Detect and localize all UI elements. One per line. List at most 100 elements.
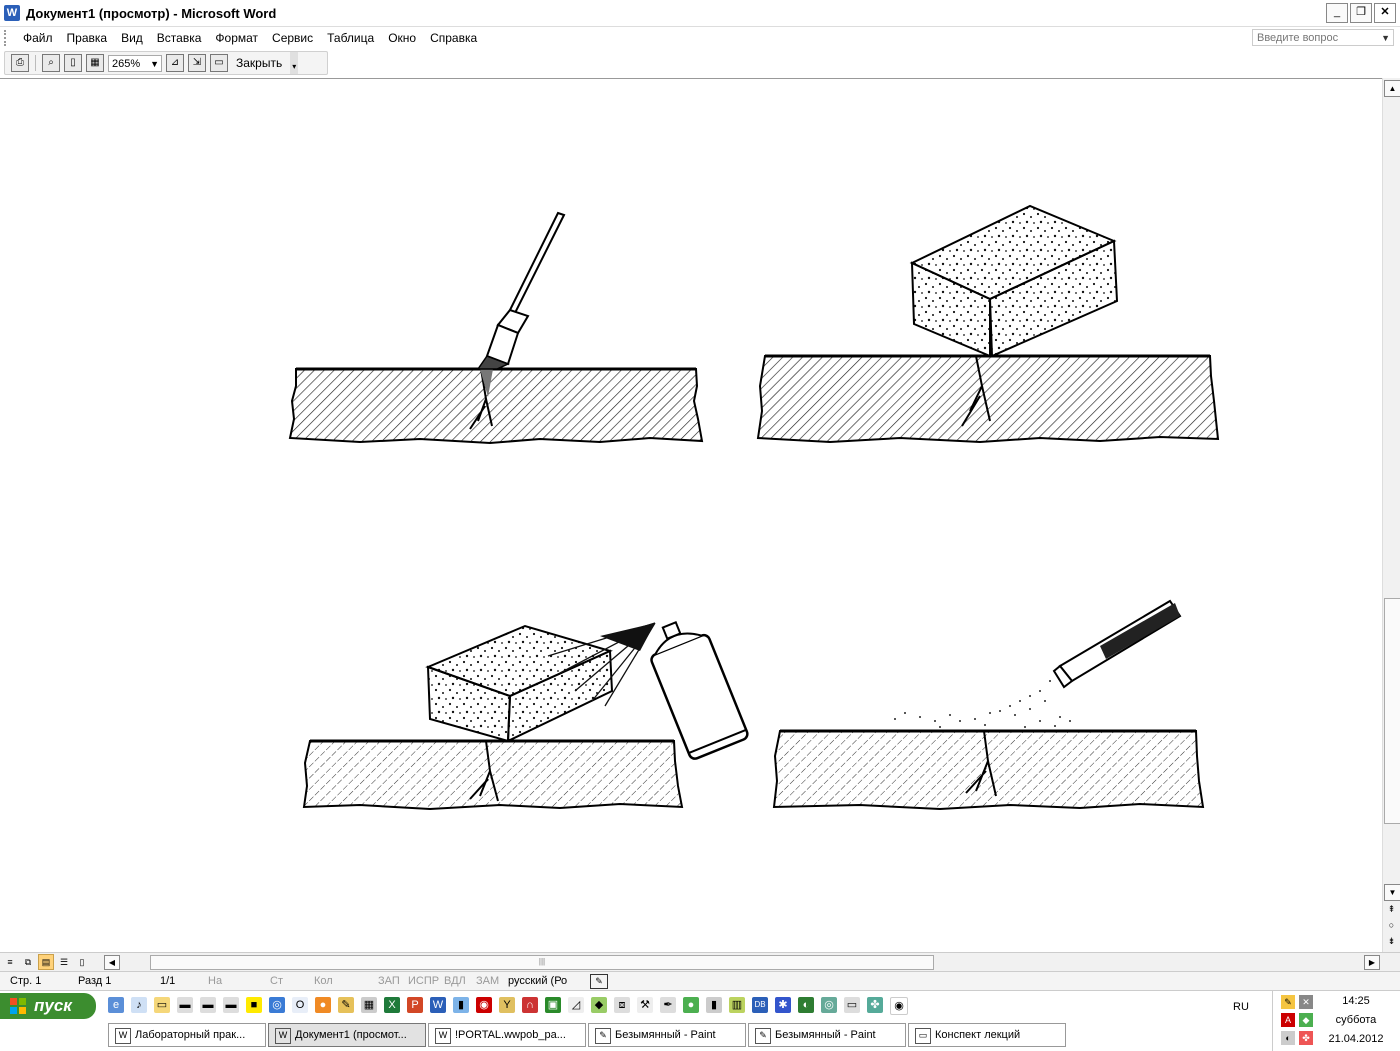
device-icon[interactable]: ▮ (706, 997, 722, 1013)
acrobat-icon[interactable]: A (1281, 1013, 1295, 1027)
clock-time[interactable]: 14:25 (1316, 995, 1396, 1007)
taskbar-window-button[interactable]: ✎ Безымянный - Paint (748, 1023, 906, 1047)
ie-icon[interactable]: e (108, 997, 124, 1013)
drive-icon[interactable]: ▬ (200, 997, 216, 1013)
word-icon: W (115, 1028, 131, 1044)
window-icon[interactable]: ▭ (844, 997, 860, 1013)
media-player-icon[interactable]: ♪ (131, 997, 147, 1013)
publisher-icon[interactable]: ▮ (453, 997, 469, 1013)
app-icon[interactable]: ◎ (821, 997, 837, 1013)
close-window-button[interactable]: ✕ (1374, 3, 1396, 23)
multiple-pages-icon[interactable]: ▦ (86, 54, 104, 72)
maximize-button[interactable]: ❐ (1350, 3, 1372, 23)
zoom-select[interactable]: 265% ▼ (108, 54, 162, 72)
shrink-to-fit-icon[interactable]: ⇲ (188, 54, 206, 72)
menu-edit[interactable]: Правка (60, 31, 115, 45)
scroll-right-icon[interactable]: ▶ (1364, 955, 1380, 970)
status-extend[interactable]: ВДЛ (444, 975, 466, 987)
view-ruler-icon[interactable]: ⊿ (166, 54, 184, 72)
drive-icon[interactable]: ▬ (177, 997, 193, 1013)
toolbar-options-icon[interactable]: ▾ (290, 52, 299, 74)
antivirus-icon[interactable]: ◉ (476, 997, 492, 1013)
powerpoint-icon[interactable]: P (407, 997, 423, 1013)
app-icon[interactable]: ✤ (867, 997, 883, 1013)
print-layout-view-icon[interactable]: ▤ (38, 954, 54, 970)
browse-object-icon[interactable]: ○ (1385, 920, 1398, 930)
calculator-icon[interactable]: ▦ (361, 997, 377, 1013)
app-icon[interactable]: Y (499, 997, 515, 1013)
pen-icon[interactable]: ✒ (660, 997, 676, 1013)
spelling-status-icon[interactable]: ✎ (590, 974, 608, 989)
menu-help[interactable]: Справка (423, 31, 484, 45)
menu-tools[interactable]: Сервис (265, 31, 320, 45)
firefox-icon[interactable]: ● (315, 997, 331, 1013)
outline-view-icon[interactable]: ☰ (56, 954, 72, 970)
language-indicator[interactable]: RU (1233, 1001, 1249, 1013)
app-icon[interactable]: ✱ (775, 997, 791, 1013)
taskbar-window-button[interactable]: ✎ Безымянный - Paint (588, 1023, 746, 1047)
scroll-left-icon[interactable]: ◀ (104, 955, 120, 970)
app-icon[interactable]: ◐ (798, 997, 814, 1013)
security-icon[interactable]: ✤ (1299, 1031, 1313, 1045)
menu-window[interactable]: Окно (381, 31, 423, 45)
help-search-input[interactable]: Введите вопрос ▼ (1252, 29, 1394, 46)
horizontal-scroll-thumb[interactable]: ||| (150, 955, 934, 970)
close-preview-button[interactable]: Закрыть (232, 56, 286, 70)
taskbar-window-button[interactable]: W Документ1 (просмот... (268, 1023, 426, 1047)
app-icon[interactable]: ◆ (591, 997, 607, 1013)
geometry-icon[interactable]: ◿ (568, 997, 584, 1013)
reading-view-icon[interactable]: ▯ (74, 954, 90, 970)
menu-view[interactable]: Вид (114, 31, 150, 45)
chart-icon[interactable]: ▥ (729, 997, 745, 1013)
scroll-up-icon[interactable]: ▲ (1384, 80, 1400, 97)
wrench-icon[interactable]: ⚒ (637, 997, 653, 1013)
minimize-button[interactable]: _ (1326, 3, 1348, 23)
web-view-icon[interactable]: ⧉ (20, 954, 36, 970)
network-icon[interactable]: ⧈ (614, 997, 630, 1013)
status-overtype[interactable]: ЗАМ (476, 975, 499, 987)
menu-file[interactable]: Файл (16, 31, 60, 45)
pen-tray-icon[interactable]: ✎ (1281, 995, 1295, 1009)
status-record[interactable]: ЗАП (378, 975, 400, 987)
folder-icon[interactable]: ▭ (154, 997, 170, 1013)
app-icon[interactable]: ▣ (545, 997, 561, 1013)
excel-icon[interactable]: X (384, 997, 400, 1013)
menu-format[interactable]: Формат (208, 31, 265, 45)
database-icon[interactable]: DB (752, 997, 768, 1013)
opera-icon[interactable]: O (292, 997, 308, 1013)
status-language[interactable]: русский (Ро (508, 975, 567, 987)
tool-icon[interactable]: ✎ (338, 997, 354, 1013)
menu-grip[interactable] (4, 30, 10, 46)
full-screen-icon[interactable]: ▭ (210, 54, 228, 72)
magnifier-icon[interactable]: ⌕ (42, 54, 60, 72)
start-button[interactable]: пуск (0, 993, 96, 1019)
drive-icon[interactable]: ▬ (223, 997, 239, 1013)
app-icon[interactable]: ● (683, 997, 699, 1013)
speaker-icon[interactable]: ◐ (1281, 1031, 1295, 1045)
commander-icon[interactable]: ■ (246, 997, 262, 1013)
previous-page-icon[interactable]: ⇞ (1385, 904, 1398, 915)
document-page[interactable] (0, 78, 1382, 953)
magnet-icon[interactable]: ∩ (522, 997, 538, 1013)
menu-table[interactable]: Таблица (320, 31, 381, 45)
taskbar-window-button[interactable]: ▭ Конспект лекций (908, 1023, 1066, 1047)
chevron-down-icon[interactable]: ▼ (150, 56, 159, 72)
vertical-scrollbar[interactable]: ▲ ▼ ⇞ ○ ⇟ (1382, 78, 1400, 952)
status-track-changes[interactable]: ИСПР (408, 975, 439, 987)
app-tray-icon[interactable]: ◆ (1299, 1013, 1313, 1027)
chrome-icon[interactable]: ◉ (890, 997, 908, 1015)
one-page-icon[interactable]: ▯ (64, 54, 82, 72)
vertical-scroll-thumb[interactable] (1384, 598, 1400, 824)
network-error-icon[interactable]: ✕ (1299, 995, 1313, 1009)
normal-view-icon[interactable]: ≡ (2, 954, 18, 970)
word-icon[interactable]: W (430, 997, 446, 1013)
chevron-down-icon[interactable]: ▼ (1381, 30, 1390, 47)
word-app-icon[interactable]: W (4, 5, 20, 21)
next-page-icon[interactable]: ⇟ (1385, 936, 1398, 947)
print-icon[interactable]: ⎙ (11, 54, 29, 72)
menu-insert[interactable]: Вставка (150, 31, 209, 45)
taskbar-window-button[interactable]: W !PORTAL.wwpob_pa... (428, 1023, 586, 1047)
taskbar-window-button[interactable]: W Лабораторный прак... (108, 1023, 266, 1047)
browser-icon[interactable]: ◎ (269, 997, 285, 1013)
scroll-down-icon[interactable]: ▼ (1384, 884, 1400, 901)
